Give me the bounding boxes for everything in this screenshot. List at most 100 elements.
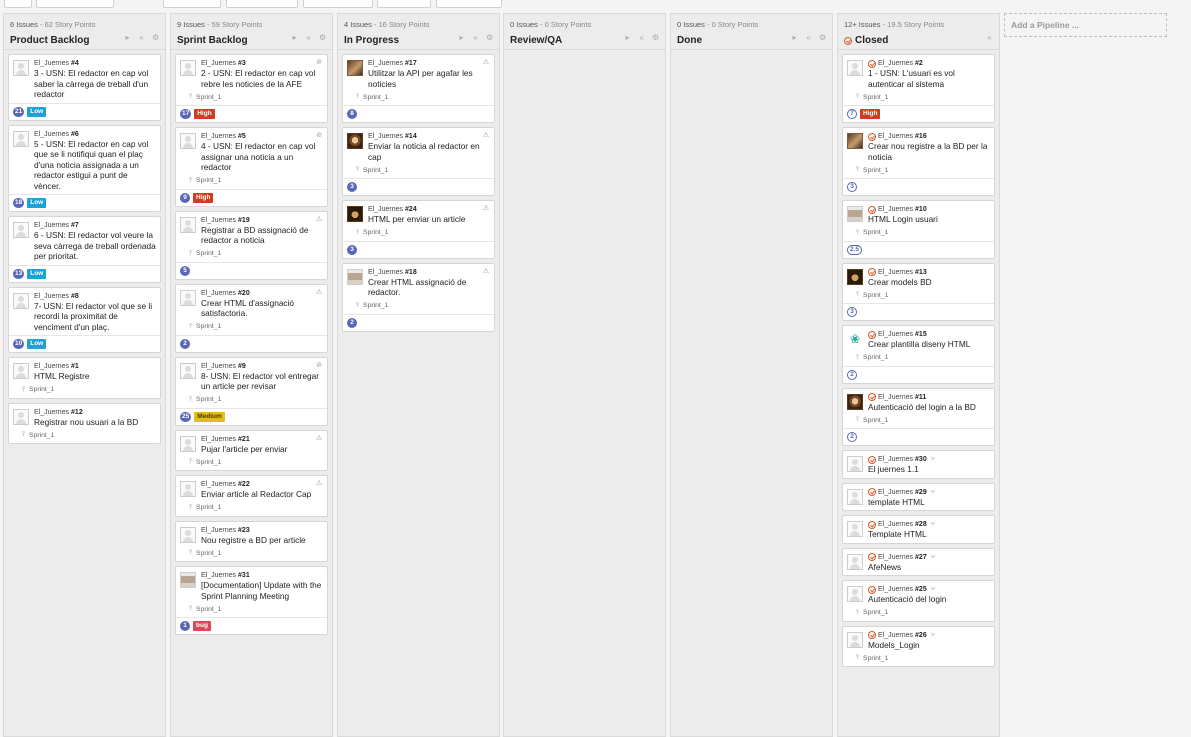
issue-card[interactable]: El_Juernes #20 Crear HTML d'assignació sat… bbox=[175, 283, 328, 353]
issue-card[interactable]: El_Juernes #6 5 - USN: El redactor en cap … bbox=[8, 124, 161, 212]
issue-title[interactable]: 6 - USN: El redactor vol veure la seva c… bbox=[34, 230, 156, 262]
milestone[interactable]: ⫯ Sprint_1 bbox=[843, 415, 994, 428]
issue-title[interactable]: Template HTML bbox=[868, 529, 990, 540]
issue-number[interactable]: #16 bbox=[915, 132, 927, 141]
issue-number[interactable]: #7 bbox=[71, 221, 79, 230]
issue-card[interactable]: El_Juernes #31 [Documentation] Update with… bbox=[175, 566, 328, 635]
issue-number[interactable]: #26 bbox=[915, 631, 927, 640]
issue-title[interactable]: AfeNews bbox=[868, 562, 990, 573]
toolbar-button[interactable] bbox=[4, 0, 32, 8]
issue-card[interactable]: El_Juernes #28 ⑂ Template HTML bbox=[842, 515, 995, 544]
issue-title[interactable]: Pujar l'article per enviar bbox=[201, 444, 323, 455]
issue-card[interactable]: El_Juernes #23 Nou registre a BD per artic… bbox=[175, 520, 328, 562]
warning-icon[interactable]: ⚠ bbox=[314, 288, 324, 298]
issue-title[interactable]: Utilitzar la API per agafar les noticies bbox=[368, 68, 490, 89]
label-high[interactable]: High bbox=[860, 109, 881, 119]
issue-number[interactable]: #20 bbox=[238, 289, 250, 298]
issue-number[interactable]: #14 bbox=[405, 132, 417, 141]
issue-title[interactable]: 5 - USN: El redactor en cap vol que se l… bbox=[34, 139, 156, 192]
issue-title[interactable]: El juernes 1.1 bbox=[868, 464, 990, 475]
toolbar-filter[interactable] bbox=[303, 0, 373, 8]
label-low[interactable]: Low bbox=[27, 198, 47, 208]
play-icon[interactable]: ▸ bbox=[458, 33, 465, 42]
issue-number[interactable]: #8 bbox=[71, 292, 79, 301]
issue-title[interactable]: 1 - USN: L'usuari es vol autenticar al s… bbox=[868, 68, 990, 89]
issue-number[interactable]: #24 bbox=[405, 205, 417, 214]
issue-card[interactable]: El_Juernes #25 ⑂ Autenticació del login ⫯ Spr… bbox=[842, 580, 995, 622]
issue-number[interactable]: #21 bbox=[238, 435, 250, 444]
issue-title[interactable]: Crear HTML d'assignació satisfactoria. bbox=[201, 298, 323, 319]
milestone[interactable]: ⫯ Sprint_1 bbox=[343, 301, 494, 314]
issue-card[interactable]: El_Juernes #26 ⑂ Models_Login ⫯ Sprint_1 bbox=[842, 625, 995, 667]
warning-icon[interactable]: ⚠ bbox=[314, 215, 324, 225]
issue-number[interactable]: #25 bbox=[915, 585, 927, 594]
issue-title[interactable]: Autenticació del login a la BD bbox=[868, 402, 990, 413]
issue-number[interactable]: #2 bbox=[915, 59, 923, 68]
issue-number[interactable]: #30 bbox=[915, 455, 927, 464]
issue-card[interactable]: El_Juernes #8 7- USN: El redactor vol que … bbox=[8, 286, 161, 353]
issue-card[interactable]: El_Juernes #1 HTML Registre ⫯ Sprint_1 bbox=[8, 357, 161, 399]
issue-number[interactable]: #3 bbox=[238, 59, 246, 68]
issue-number[interactable]: #15 bbox=[915, 330, 927, 339]
warning-icon[interactable]: ⚠ bbox=[481, 131, 491, 141]
issue-card[interactable]: El_Juernes #10 HTML Login usuari ⫯ Sprint_1 2… bbox=[842, 200, 995, 259]
warning-icon[interactable]: ⚠ bbox=[481, 267, 491, 277]
toolbar-filter[interactable] bbox=[436, 0, 502, 8]
play-icon[interactable]: ▸ bbox=[624, 33, 631, 42]
milestone[interactable]: ⫯ Sprint_1 bbox=[843, 353, 994, 366]
issue-number[interactable]: #12 bbox=[71, 408, 83, 417]
issue-card[interactable]: El_Juernes #22 Enviar article al Redactor … bbox=[175, 475, 328, 517]
milestone[interactable]: ⫯ Sprint_1 bbox=[343, 165, 494, 178]
label-low[interactable]: Low bbox=[27, 106, 47, 117]
issue-number[interactable]: #10 bbox=[915, 205, 927, 214]
issue-number[interactable]: #29 bbox=[915, 488, 927, 497]
issue-title[interactable]: Crear HTML assignació de redactor. bbox=[368, 277, 490, 298]
gear-icon[interactable]: ⚙ bbox=[486, 33, 493, 42]
issue-title[interactable]: Crear models BD bbox=[868, 277, 990, 288]
issue-number[interactable]: #27 bbox=[915, 553, 927, 562]
issue-title[interactable]: 7- USN: El redactor vol que se li record… bbox=[34, 301, 156, 333]
issue-number[interactable]: #28 bbox=[915, 520, 927, 529]
milestone[interactable]: ⫯ Sprint_1 bbox=[176, 249, 327, 262]
issue-card[interactable]: El_Juernes #29 ⑂ template HTML bbox=[842, 482, 995, 511]
play-icon[interactable]: ▸ bbox=[124, 33, 131, 42]
issue-card[interactable]: El_Juernes #27 ⑂ AfeNews bbox=[842, 547, 995, 576]
toolbar-filter[interactable] bbox=[36, 0, 114, 8]
milestone[interactable]: ⫯ Sprint_1 bbox=[843, 608, 994, 621]
collapse-icon[interactable]: « bbox=[305, 33, 312, 42]
blocked-icon[interactable]: ⊘ bbox=[314, 131, 324, 141]
issue-number[interactable]: #6 bbox=[71, 130, 79, 139]
milestone[interactable]: ⫯ Sprint_1 bbox=[9, 385, 160, 398]
issue-title[interactable]: HTML Registre bbox=[34, 371, 156, 382]
gear-icon[interactable]: ⚙ bbox=[152, 33, 159, 42]
issue-number[interactable]: #23 bbox=[238, 526, 250, 535]
scrollbar-track[interactable] bbox=[1169, 13, 1191, 737]
issue-number[interactable]: #22 bbox=[238, 480, 250, 489]
milestone[interactable]: ⫯ Sprint_1 bbox=[176, 457, 327, 470]
blocked-icon[interactable]: ⊘ bbox=[314, 58, 324, 68]
warning-icon[interactable]: ⚠ bbox=[481, 58, 491, 68]
play-icon[interactable]: ▸ bbox=[791, 33, 798, 42]
issue-card[interactable]: El_Juernes #5 4 - USN: El redactor en cap … bbox=[175, 127, 328, 207]
issue-card[interactable]: El_Juernes #16 Crear nou registre a la BD … bbox=[842, 127, 995, 196]
issue-number[interactable]: #1 bbox=[71, 362, 79, 371]
milestone[interactable]: ⫯ Sprint_1 bbox=[9, 430, 160, 443]
label-bug[interactable]: bug bbox=[193, 621, 211, 631]
milestone[interactable]: ⫯ Sprint_1 bbox=[176, 604, 327, 617]
issue-card[interactable]: ❀ El_Juernes #15 Crear plantilla diseny HTM… bbox=[842, 325, 995, 384]
milestone[interactable]: ⫯ Sprint_1 bbox=[176, 92, 327, 105]
milestone[interactable]: ⫯ Sprint_1 bbox=[176, 322, 327, 335]
issue-number[interactable]: #17 bbox=[405, 59, 417, 68]
toolbar-filter[interactable] bbox=[377, 0, 431, 8]
collapse-icon[interactable]: « bbox=[805, 33, 812, 42]
issue-title[interactable]: Registrar nou usuari a la BD bbox=[34, 417, 156, 428]
toolbar-filter[interactable] bbox=[226, 0, 298, 8]
collapse-icon[interactable]: « bbox=[138, 33, 145, 42]
issue-title[interactable]: Autenticació del login bbox=[868, 594, 990, 605]
milestone[interactable]: ⫯ Sprint_1 bbox=[843, 653, 994, 666]
milestone[interactable]: ⫯ Sprint_1 bbox=[176, 176, 327, 189]
issue-card[interactable]: El_Juernes #24 HTML per enviar un article ⚠… bbox=[342, 200, 495, 259]
toolbar-filter[interactable] bbox=[163, 0, 221, 8]
issue-number[interactable]: #13 bbox=[915, 268, 927, 277]
milestone[interactable]: ⫯ Sprint_1 bbox=[176, 395, 327, 408]
